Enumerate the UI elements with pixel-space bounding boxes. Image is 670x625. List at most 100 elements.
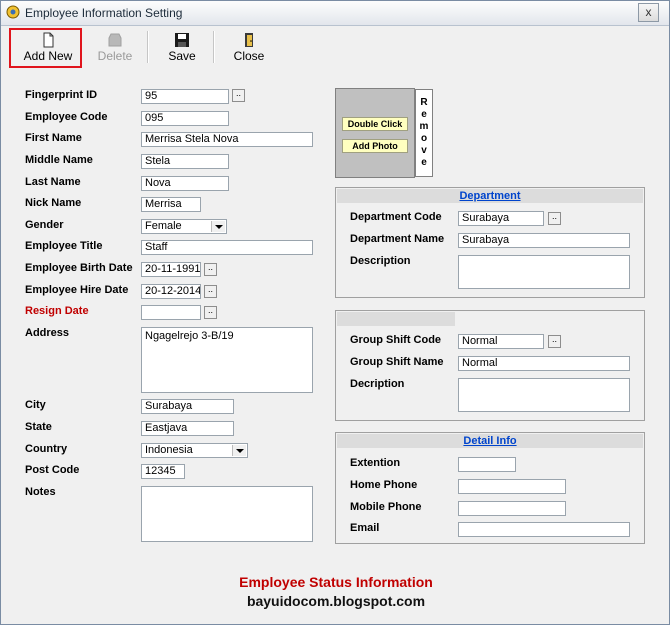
department-description-label: Description	[350, 255, 411, 267]
fingerprint-id-input[interactable]: 95	[141, 89, 229, 104]
add-new-label: Add New	[23, 49, 73, 63]
group-shift-name-label: Group Shift Name	[350, 356, 444, 368]
fingerprint-id-label: Fingerprint ID	[25, 89, 98, 101]
email-label: Email	[350, 522, 380, 534]
resign-date-picker-button[interactable]: ..	[204, 306, 217, 319]
new-document-icon	[43, 32, 54, 48]
department-name-label: Department Name	[350, 233, 445, 245]
gender-label: Gender	[25, 219, 64, 231]
group-shift-code-label: Group Shift Code	[350, 334, 442, 346]
department-link[interactable]: Department	[459, 190, 520, 202]
department-code-input[interactable]: Surabaya	[458, 211, 544, 226]
close-icon: x	[645, 5, 652, 19]
hire-date-picker-button[interactable]: ..	[204, 285, 217, 298]
chevron-down-icon[interactable]	[232, 445, 246, 456]
employee-code-input[interactable]: 095	[141, 111, 229, 126]
employee-title-label: Employee Title	[25, 240, 103, 252]
remove-letter: e	[421, 157, 427, 168]
delete-icon	[108, 33, 122, 47]
resign-date-label: Resign Date	[25, 305, 89, 317]
department-lookup-button[interactable]: ..	[548, 212, 561, 225]
last-name-input[interactable]: Nova	[141, 176, 229, 191]
post-code-label: Post Code	[25, 464, 80, 476]
remove-letter: e	[421, 109, 427, 120]
close-button[interactable]: Close	[223, 29, 275, 65]
nick-name-input[interactable]: Merrisa	[141, 197, 201, 212]
remove-letter: v	[421, 145, 427, 156]
group-shift-description-label: Decription	[350, 378, 405, 390]
save-label: Save	[168, 49, 196, 63]
double-click-hint: Double Click	[342, 117, 408, 131]
gender-select[interactable]: Female	[141, 219, 227, 234]
department-header: Department	[337, 189, 643, 203]
toolbar-separator	[147, 31, 149, 63]
exit-door-icon	[245, 33, 253, 47]
email-input[interactable]	[458, 522, 630, 537]
first-name-input[interactable]: Merrisa Stela Nova	[141, 132, 313, 147]
delete-button[interactable]: Delete	[89, 29, 141, 65]
hire-date-label: Employee Hire Date	[25, 284, 129, 296]
country-select[interactable]: Indonesia	[141, 443, 248, 458]
city-input[interactable]: Surabaya	[141, 399, 234, 414]
country-selected-value: Indonesia	[145, 444, 193, 456]
employee-title-input[interactable]: Staff	[141, 240, 313, 255]
home-phone-label: Home Phone	[350, 479, 418, 491]
birth-date-input[interactable]: 20-11-1991	[141, 262, 201, 277]
middle-name-label: Middle Name	[25, 154, 93, 166]
close-label: Close	[233, 49, 265, 63]
last-name-label: Last Name	[25, 176, 81, 188]
gender-selected-value: Female	[145, 220, 182, 232]
remove-photo-button[interactable]: R e m o v e	[415, 89, 433, 177]
window-close-button[interactable]: x	[638, 3, 659, 22]
window-title: Employee Information Setting	[25, 6, 183, 20]
notes-label: Notes	[25, 486, 56, 498]
resign-date-input[interactable]	[141, 305, 201, 320]
remove-letter: m	[419, 121, 429, 132]
address-label: Address	[25, 327, 70, 339]
birth-date-label: Employee Birth Date	[25, 262, 133, 274]
hire-date-input[interactable]: 20-12-2014	[141, 284, 201, 299]
address-textarea[interactable]: Ngagelrejo 3-B/19	[141, 327, 313, 393]
department-description-textarea[interactable]	[458, 255, 630, 289]
notes-textarea[interactable]	[141, 486, 313, 542]
mobile-phone-input[interactable]	[458, 501, 566, 516]
middle-name-input[interactable]: Stela	[141, 154, 229, 169]
state-input[interactable]: Eastjava	[141, 421, 234, 436]
add-new-button[interactable]: Add New	[13, 29, 83, 65]
first-name-label: First Name	[25, 132, 82, 144]
save-button[interactable]: Save	[157, 29, 207, 65]
home-phone-input[interactable]	[458, 479, 566, 494]
remove-letter: o	[420, 133, 428, 144]
watermark-text: bayuidocom.blogspot.com	[246, 593, 426, 609]
post-code-input[interactable]: 12345	[141, 464, 185, 479]
title-bar: Employee Information Setting x	[1, 1, 669, 26]
group-shift-header	[337, 312, 455, 326]
photo-box[interactable]: Double Click Add Photo	[335, 88, 415, 178]
department-code-label: Department Code	[350, 211, 442, 223]
extension-label: Extention	[350, 457, 401, 469]
group-shift-description-textarea[interactable]	[458, 378, 630, 412]
delete-label: Delete	[97, 49, 133, 63]
toolbar-separator	[213, 31, 215, 63]
birth-date-picker-button[interactable]: ..	[204, 263, 217, 276]
extension-input[interactable]	[458, 457, 516, 472]
detail-info-header: Detail Info	[337, 434, 643, 448]
group-shift-code-input[interactable]: Normal	[458, 334, 544, 349]
remove-letter: R	[420, 97, 428, 108]
save-disk-icon	[175, 33, 189, 47]
country-label: Country	[25, 443, 68, 455]
nick-name-label: Nick Name	[25, 197, 82, 209]
employee-status-title[interactable]: Employee Status Information	[1, 574, 670, 590]
state-label: State	[25, 421, 52, 433]
chevron-down-icon[interactable]	[211, 221, 225, 232]
city-label: City	[25, 399, 46, 411]
app-icon	[6, 5, 20, 19]
fingerprint-lookup-button[interactable]: ..	[232, 89, 245, 102]
department-name-input[interactable]: Surabaya	[458, 233, 630, 248]
group-shift-name-input[interactable]: Normal	[458, 356, 630, 371]
employee-code-label: Employee Code	[25, 111, 108, 123]
group-shift-lookup-button[interactable]: ..	[548, 335, 561, 348]
add-photo-hint: Add Photo	[342, 139, 408, 153]
detail-info-link[interactable]: Detail Info	[463, 435, 516, 447]
mobile-phone-label: Mobile Phone	[350, 501, 422, 513]
